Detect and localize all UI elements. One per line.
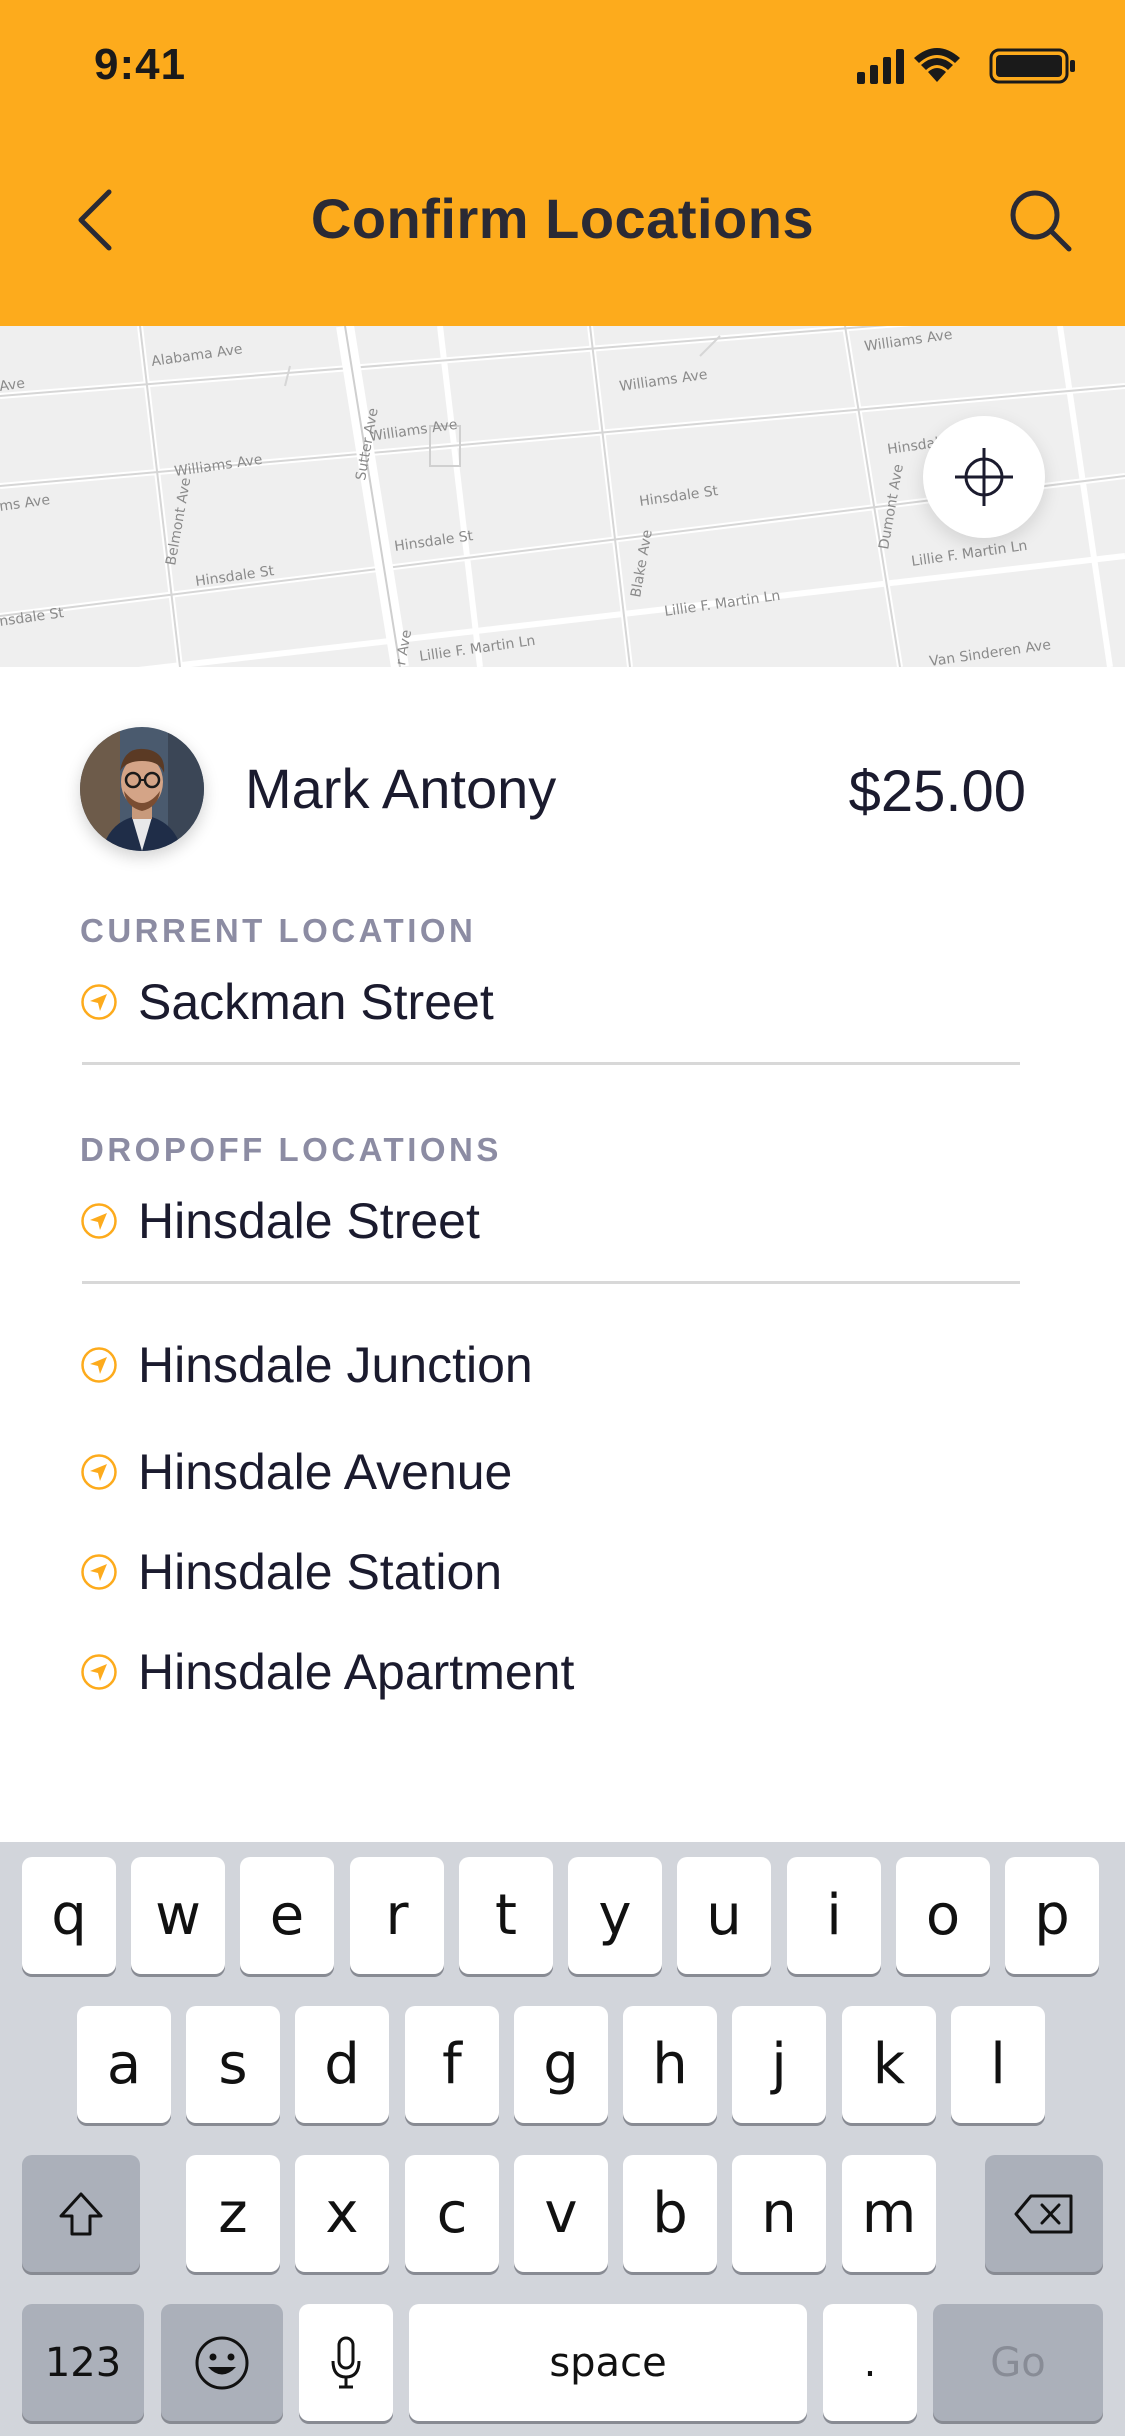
- suggestion-item[interactable]: Hinsdale Station: [80, 1537, 502, 1607]
- suggestion-label: Hinsdale Apartment: [138, 1644, 575, 1700]
- battery-icon: [989, 48, 1075, 84]
- cellular-signal-icon: [857, 49, 904, 84]
- dropoff-locations-label: DROPOFF LOCATIONS: [80, 1131, 502, 1168]
- current-location-field[interactable]: Sackman Street: [80, 967, 494, 1037]
- navigation-arrow-icon: [81, 984, 117, 1020]
- crosshair-icon: [955, 448, 1013, 506]
- dropoff-location-value: Hinsdale Street: [138, 1193, 480, 1249]
- divider: [82, 1281, 1020, 1284]
- map-street-label: Lillie F. Martin Ln: [910, 538, 1028, 570]
- driver-name: Mark Antony: [245, 757, 557, 820]
- key-d[interactable]: d: [295, 2006, 389, 2123]
- map-street-label: Williams Ave: [368, 417, 458, 445]
- map-street-label: ms Ave: [0, 492, 51, 515]
- shift-key[interactable]: [22, 2155, 140, 2272]
- microphone-icon: [331, 2336, 361, 2388]
- period-key[interactable]: .: [823, 2304, 917, 2421]
- map-street-label: Hinsdale St: [638, 483, 719, 510]
- emoji-icon: [195, 2336, 249, 2389]
- go-key[interactable]: Go: [933, 2304, 1103, 2421]
- map-street-label: Van Sinderen Ave: [928, 637, 1052, 667]
- navigation-arrow-icon: [81, 1654, 117, 1690]
- key-c[interactable]: c: [405, 2155, 499, 2272]
- wifi-icon: [914, 48, 960, 82]
- map-street-label: Lillie F. Martin Ln: [663, 588, 781, 620]
- navigation-arrow-icon: [81, 1203, 117, 1239]
- dropoff-location-input[interactable]: Hinsdale Street: [80, 1186, 480, 1256]
- backspace-key[interactable]: [985, 2155, 1103, 2272]
- map-street-label: Williams Ave: [863, 327, 953, 355]
- map-street-label: Hinsdale St: [393, 528, 474, 555]
- key-w[interactable]: w: [131, 1857, 225, 1974]
- space-key[interactable]: space: [409, 2304, 807, 2421]
- key-u[interactable]: u: [677, 1857, 771, 1974]
- key-r[interactable]: r: [350, 1857, 444, 1974]
- navigation-arrow-icon: [81, 1347, 117, 1383]
- key-v[interactable]: v: [514, 2155, 608, 2272]
- key-t[interactable]: t: [459, 1857, 553, 1974]
- key-p[interactable]: p: [1005, 1857, 1099, 1974]
- key-i[interactable]: i: [787, 1857, 881, 1974]
- suggestion-item[interactable]: Hinsdale Avenue: [80, 1437, 512, 1507]
- status-icons: [857, 46, 1087, 86]
- key-o[interactable]: o: [896, 1857, 990, 1974]
- numbers-key[interactable]: 123: [22, 2304, 144, 2421]
- suggestion-label: Hinsdale Avenue: [138, 1444, 513, 1500]
- locate-me-button[interactable]: [923, 416, 1045, 538]
- status-time: 9:41: [94, 40, 187, 89]
- search-button[interactable]: [995, 175, 1085, 265]
- key-a[interactable]: a: [77, 2006, 171, 2123]
- suggestion-label: Hinsdale Junction: [138, 1337, 533, 1393]
- page-title: Confirm Locations: [310, 187, 815, 250]
- key-b[interactable]: b: [623, 2155, 717, 2272]
- key-z[interactable]: z: [186, 2155, 280, 2272]
- key-y[interactable]: y: [568, 1857, 662, 1974]
- map-street-label: Alabama Ave: [150, 341, 243, 370]
- key-h[interactable]: h: [623, 2006, 717, 2123]
- backspace-icon: [1014, 2194, 1073, 2233]
- divider: [82, 1062, 1020, 1065]
- key-s[interactable]: s: [186, 2006, 280, 2123]
- key-n[interactable]: n: [732, 2155, 826, 2272]
- map-street-label: Williams Ave: [173, 452, 263, 480]
- map-street-label: nsdale St: [0, 605, 65, 630]
- key-q[interactable]: q: [22, 1857, 116, 1974]
- suggestion-item[interactable]: Hinsdale Junction: [80, 1330, 533, 1400]
- key-e[interactable]: e: [240, 1857, 334, 1974]
- key-x[interactable]: x: [295, 2155, 389, 2272]
- fare-price: $25.00: [848, 759, 1026, 824]
- shift-arrow-icon: [59, 2192, 103, 2235]
- keyboard: q w e r t y u i o p a s d f g h j k l z …: [0, 1842, 1125, 2436]
- map-street-label: Belmont Ave: [163, 476, 194, 566]
- dictation-key[interactable]: [299, 2304, 393, 2421]
- search-icon: [1010, 190, 1072, 252]
- map-street-label: Williams Ave: [618, 367, 708, 395]
- key-l[interactable]: l: [951, 2006, 1045, 2123]
- suggestion-item[interactable]: Hinsdale Apartment: [80, 1637, 574, 1707]
- suggestion-label: Hinsdale Station: [138, 1544, 503, 1600]
- navigation-arrow-icon: [81, 1554, 117, 1590]
- emoji-key[interactable]: [161, 2304, 283, 2421]
- key-g[interactable]: g: [514, 2006, 608, 2123]
- key-f[interactable]: f: [405, 2006, 499, 2123]
- key-j[interactable]: j: [732, 2006, 826, 2123]
- key-m[interactable]: m: [842, 2155, 936, 2272]
- avatar: [80, 727, 204, 851]
- key-k[interactable]: k: [842, 2006, 936, 2123]
- navigation-arrow-icon: [81, 1454, 117, 1490]
- current-location-value: Sackman Street: [138, 974, 494, 1030]
- current-location-label: CURRENT LOCATION: [80, 912, 477, 949]
- header-bar: 9:41 Confirm Locations: [0, 0, 1125, 326]
